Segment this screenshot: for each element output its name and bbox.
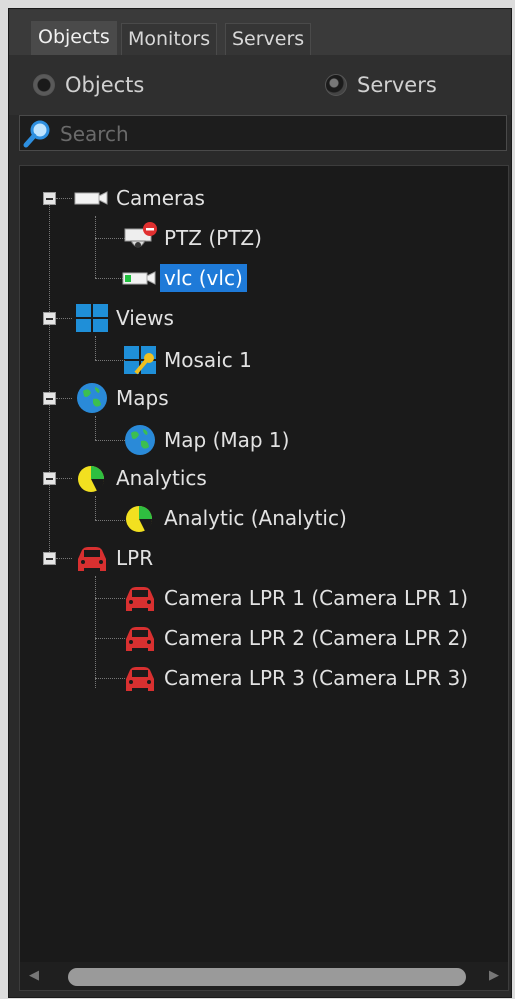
radio-objects-indicator[interactable] [33, 74, 55, 96]
radio-servers-indicator[interactable] [325, 74, 347, 96]
car-icon [120, 621, 160, 655]
car-icon [72, 541, 112, 575]
globe-icon [120, 423, 160, 457]
tree-item-map-1[interactable]: Map (Map 1) [120, 422, 293, 458]
object-tree[interactable]: Cameras PTZ (PTZ) vlc (vlc) Views Mosaic… [19, 165, 509, 991]
mosaic-key-icon [120, 343, 160, 377]
ptz-camera-blocked-icon [120, 221, 160, 255]
collapse-cameras-button[interactable] [43, 192, 56, 205]
tree-group-views[interactable]: Views [72, 300, 178, 336]
camera-green-icon [120, 261, 160, 295]
horizontal-scrollbar[interactable]: ◀ ▶ [20, 962, 508, 990]
tree-group-maps[interactable]: Maps [72, 380, 173, 416]
collapse-lpr-button[interactable] [43, 552, 56, 565]
globe-icon [72, 381, 112, 415]
tree-item-ptz[interactable]: PTZ (PTZ) [120, 220, 266, 256]
camera-icon [72, 181, 112, 215]
tab-objects[interactable]: Objects [31, 21, 117, 55]
tree-group-lpr[interactable]: LPR [72, 540, 157, 576]
tree-item-camera-lpr-1[interactable]: Camera LPR 1 (Camera LPR 1) [120, 580, 472, 616]
tree-group-analytics[interactable]: Analytics [72, 460, 211, 496]
search-box[interactable] [19, 115, 507, 151]
tree-item-analytic[interactable]: Analytic (Analytic) [120, 500, 351, 536]
objects-panel: Objects Monitors Servers Objects Servers [8, 8, 512, 998]
tree-group-cameras[interactable]: Cameras [72, 180, 209, 216]
scroll-right-arrow-icon[interactable]: ▶ [486, 967, 502, 985]
tree-item-vlc[interactable]: vlc (vlc) [120, 260, 247, 296]
search-input[interactable] [58, 118, 502, 150]
mode-selector: Objects Servers [9, 55, 511, 115]
scroll-left-arrow-icon[interactable]: ◀ [26, 967, 42, 985]
scrollbar-thumb[interactable] [68, 968, 466, 986]
tab-monitors[interactable]: Monitors [121, 23, 218, 55]
pie-chart-icon [72, 461, 112, 495]
search-icon [23, 120, 50, 148]
collapse-views-button[interactable] [43, 312, 56, 325]
collapse-analytics-button[interactable] [43, 472, 56, 485]
car-icon [120, 581, 160, 615]
pie-chart-icon [120, 501, 160, 535]
tab-servers[interactable]: Servers [225, 23, 312, 55]
views-grid-icon [72, 301, 112, 335]
radio-servers-label: Servers [357, 73, 437, 97]
tree-item-mosaic-1[interactable]: Mosaic 1 [120, 342, 256, 378]
radio-objects[interactable]: Objects [33, 73, 144, 97]
tree-item-camera-lpr-2[interactable]: Camera LPR 2 (Camera LPR 2) [120, 620, 472, 656]
car-icon [120, 661, 160, 695]
tree-item-camera-lpr-3[interactable]: Camera LPR 3 (Camera LPR 3) [120, 660, 472, 696]
collapse-maps-button[interactable] [43, 392, 56, 405]
radio-objects-label: Objects [65, 73, 145, 97]
radio-servers[interactable]: Servers [325, 73, 437, 97]
tab-bar: Objects Monitors Servers [9, 9, 511, 56]
